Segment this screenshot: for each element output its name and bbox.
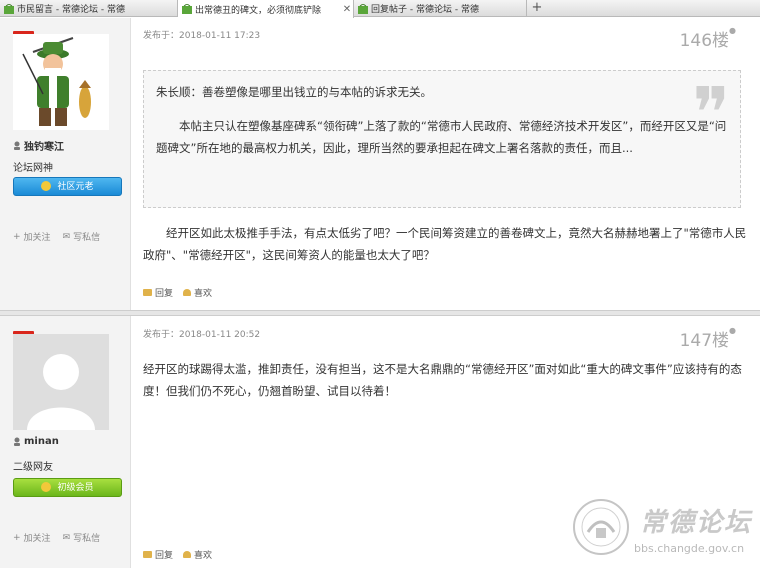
browser-tab[interactable]: 回复帖子 - 常德论坛 - 常德: [354, 0, 527, 17]
site-watermark-url: bbs.changde.gov.cn: [634, 542, 745, 555]
send-message-label: 写私信: [73, 534, 101, 544]
forum-favicon-icon: [358, 3, 368, 14]
send-message-button[interactable]: ✉ 写私信: [62, 230, 101, 244]
like-icon: [183, 289, 192, 296]
user-badge-label: 初级会员: [57, 483, 94, 493]
badge-medal-icon: [41, 180, 52, 191]
plus-icon: +: [13, 532, 21, 543]
follow-label: 加关注: [23, 233, 51, 243]
floor-number: 147楼●: [680, 326, 736, 351]
post-author-sidebar: minan 二级网友 初级会员 + 加关注 ✉ 写私信: [0, 318, 131, 568]
envelope-icon: ✉: [62, 532, 71, 543]
username-text: 独钓寒江: [24, 142, 64, 153]
avatar[interactable]: [13, 334, 109, 430]
send-message-button[interactable]: ✉ 写私信: [62, 531, 101, 545]
forum-post: 独钓寒江 论坛网神 社区元老 + 加关注 ✉ 写私信 发布于：2018-01-11 …: [0, 18, 760, 320]
reply-button[interactable]: 回复: [143, 548, 173, 561]
like-icon: [183, 551, 192, 558]
user-rank: 二级网友: [13, 462, 53, 473]
post-body: 经开区如此太极推手手法，有点太低劣了吧？一个民间筹资建立的善卷碑文上，竟然大名赫…: [143, 226, 747, 262]
browser-tab-title: 出常德丑的碑文，必须彻底铲除: [195, 5, 322, 16]
reply-icon: [143, 289, 152, 296]
send-message-label: 写私信: [73, 233, 101, 243]
floor-number-text: 147楼: [679, 331, 730, 351]
browser-tab[interactable]: 市民留言 - 常德论坛 - 常德: [0, 0, 178, 17]
quoted-reply: ❞ 朱长顺：善卷塑像是哪里出钱立的与本帖的诉求无关。 本帖主只认在塑像基座碑系“…: [143, 70, 741, 208]
browser-tab-active[interactable]: 出常德丑的碑文，必须彻底铲除 ✕: [178, 0, 354, 18]
quote-text: 朱长顺：善卷塑像是哪里出钱立的与本帖的诉求无关。: [156, 85, 432, 99]
like-label: 喜欢: [194, 551, 213, 561]
author-actions: + 加关注 ✉ 写私信: [13, 531, 101, 545]
floor-dot-icon: ●: [729, 326, 736, 336]
post-time: 发布于：2018-01-11 20:52: [143, 330, 261, 340]
user-gender-icon: [13, 437, 21, 446]
browser-tab-strip: 市民留言 - 常德论坛 - 常德 出常德丑的碑文，必须彻底铲除 ✕ 回复帖子 -…: [0, 0, 760, 18]
reply-label: 回复: [155, 289, 174, 299]
floor-dot-icon: ●: [729, 26, 736, 36]
floor-number: 146楼●: [680, 26, 736, 51]
browser-tab-title: 回复帖子 - 常德论坛 - 常德: [371, 5, 479, 15]
like-button[interactable]: 喜欢: [183, 286, 212, 299]
username[interactable]: 独钓寒江: [13, 138, 64, 153]
post-footer-actions: 回复 喜欢: [143, 286, 212, 299]
post-body: 经开区的球踢得太滥，推卸责任，没有担当，这不是大名鼎鼎的“常德经开区”面对如此“…: [143, 362, 742, 398]
quote-text: 本帖主只认在塑像基座碑系“领衔碑”上落了款的“常德市人民政府、常德经济技术开发区…: [156, 119, 727, 155]
floor-number-text: 146楼: [679, 31, 730, 51]
post-content: 发布于：2018-01-11 17:23 146楼● ❞ 朱长顺：善卷塑像是哪里…: [131, 18, 760, 320]
user-badge: 社区元老: [13, 177, 122, 196]
reply-icon: [143, 551, 152, 558]
user-badge-label: 社区元老: [57, 182, 94, 192]
new-tab-button[interactable]: +: [527, 0, 547, 17]
post-footer-actions: 回复 喜欢: [143, 548, 212, 561]
reply-label: 回复: [155, 551, 174, 561]
author-actions: + 加关注 ✉ 写私信: [13, 230, 101, 244]
follow-label: 加关注: [23, 534, 51, 544]
avatar[interactable]: [13, 34, 109, 130]
user-badge: 初级会员: [13, 478, 122, 497]
plus-icon: +: [13, 231, 21, 242]
forum-favicon-icon: [182, 4, 192, 14]
forum-favicon-icon: [4, 3, 14, 14]
post-author-sidebar: 独钓寒江 论坛网神 社区元老 + 加关注 ✉ 写私信: [0, 18, 131, 320]
user-gender-icon: [13, 141, 21, 150]
reply-button[interactable]: 回复: [143, 286, 173, 299]
site-seal-logo: [573, 499, 629, 555]
post-divider: [0, 310, 760, 316]
site-watermark-name: 常德论坛: [640, 508, 753, 538]
user-rank: 论坛网神: [13, 163, 53, 174]
follow-button[interactable]: + 加关注: [13, 230, 51, 244]
username[interactable]: minan: [13, 436, 59, 447]
quote-mark-icon: ❞: [692, 72, 730, 154]
site-watermark: 常德论坛 bbs.changde.gov.cn: [572, 498, 757, 566]
post-time: 发布于：2018-01-11 17:23: [143, 31, 261, 41]
like-button[interactable]: 喜欢: [183, 548, 212, 561]
badge-star-icon: [41, 481, 52, 492]
close-tab-icon[interactable]: ✕: [341, 4, 353, 15]
envelope-icon: ✉: [62, 231, 71, 242]
browser-tab-title: 市民留言 - 常德论坛 - 常德: [17, 5, 125, 15]
username-text: minan: [24, 436, 59, 447]
like-label: 喜欢: [194, 289, 213, 299]
follow-button[interactable]: + 加关注: [13, 531, 51, 545]
